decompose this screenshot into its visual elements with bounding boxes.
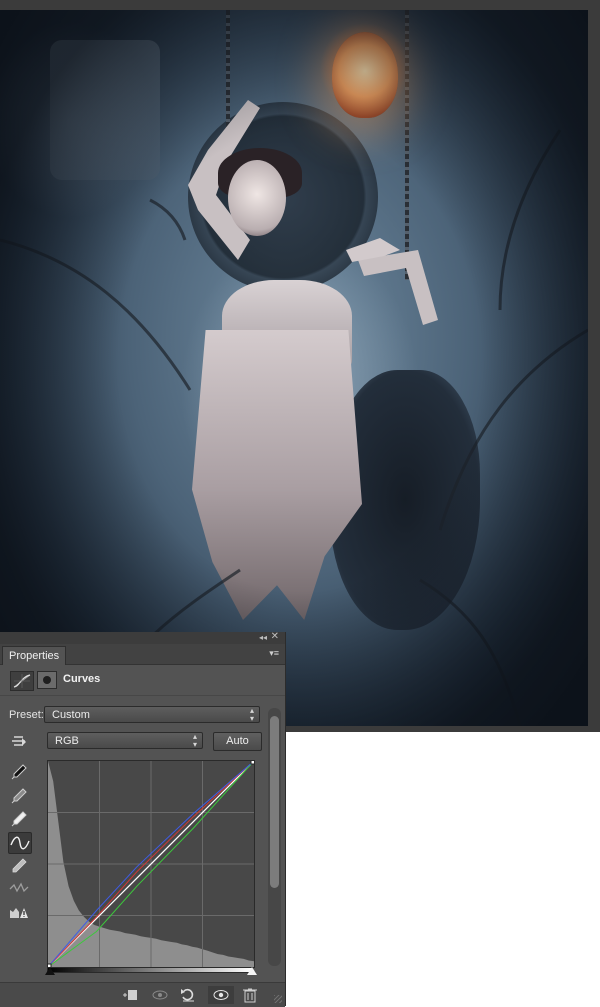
channel-value: RGB [55,735,79,747]
gray-point-eyedropper-icon[interactable] [8,786,30,806]
white-point-eyedropper-icon[interactable] [8,809,30,829]
panel-scrollbar[interactable] [268,708,281,966]
edit-points-curve-icon[interactable] [8,832,32,854]
panel-bottom-bar [0,982,285,1007]
document-canvas-frame [0,0,600,732]
adjustment-title: Curves [63,673,101,685]
tab-properties[interactable]: Properties [2,646,67,665]
smooth-curve-icon[interactable] [8,879,30,899]
artwork-image [0,10,588,726]
curves-adjustment-icon[interactable] [10,671,34,691]
clipping-warning-icon[interactable] [8,902,30,922]
clip-to-layer-icon[interactable] [120,986,140,1004]
properties-panel: ◂◂ ✕ Properties ▾≡ Curves Preset: Custom… [0,631,286,1007]
preset-label: Preset: [9,709,44,721]
draw-pencil-icon[interactable] [8,856,30,876]
collapse-panel-icon[interactable]: ◂◂ [259,632,267,644]
preset-value: Custom [52,709,90,721]
vignette-overlay [0,10,588,726]
toggle-visibility-icon[interactable] [208,986,234,1004]
curve-control-point [250,761,254,765]
close-panel-icon[interactable]: ✕ [271,631,279,643]
preset-select[interactable]: Custom ▴ ▾ [44,706,260,723]
delete-adjustment-icon[interactable] [240,986,260,1004]
scrollbar-thumb[interactable] [270,716,279,888]
curves-graph[interactable] [47,760,255,968]
black-point-eyedropper-icon[interactable] [8,762,30,782]
channel-select[interactable]: RGB ▴ ▾ [47,732,203,749]
chevron-updown-icon: ▴ ▾ [192,732,197,749]
adjustment-header: Curves [0,665,285,696]
panel-menu-icon[interactable]: ▾≡ [269,648,279,658]
auto-button[interactable]: Auto [213,732,262,751]
view-previous-state-icon[interactable] [150,986,170,1004]
on-image-adjust-icon[interactable] [8,732,30,752]
reset-adjustments-icon[interactable] [178,986,198,1004]
layer-mask-icon[interactable] [37,671,57,689]
resize-grip-icon[interactable] [274,995,282,1003]
white-input-slider[interactable] [247,967,257,975]
chevron-updown-icon: ▴ ▾ [249,706,254,723]
input-gradient-bar [47,967,253,973]
panel-tab-bar: Properties ▾≡ [0,644,285,665]
black-input-slider[interactable] [45,967,55,975]
